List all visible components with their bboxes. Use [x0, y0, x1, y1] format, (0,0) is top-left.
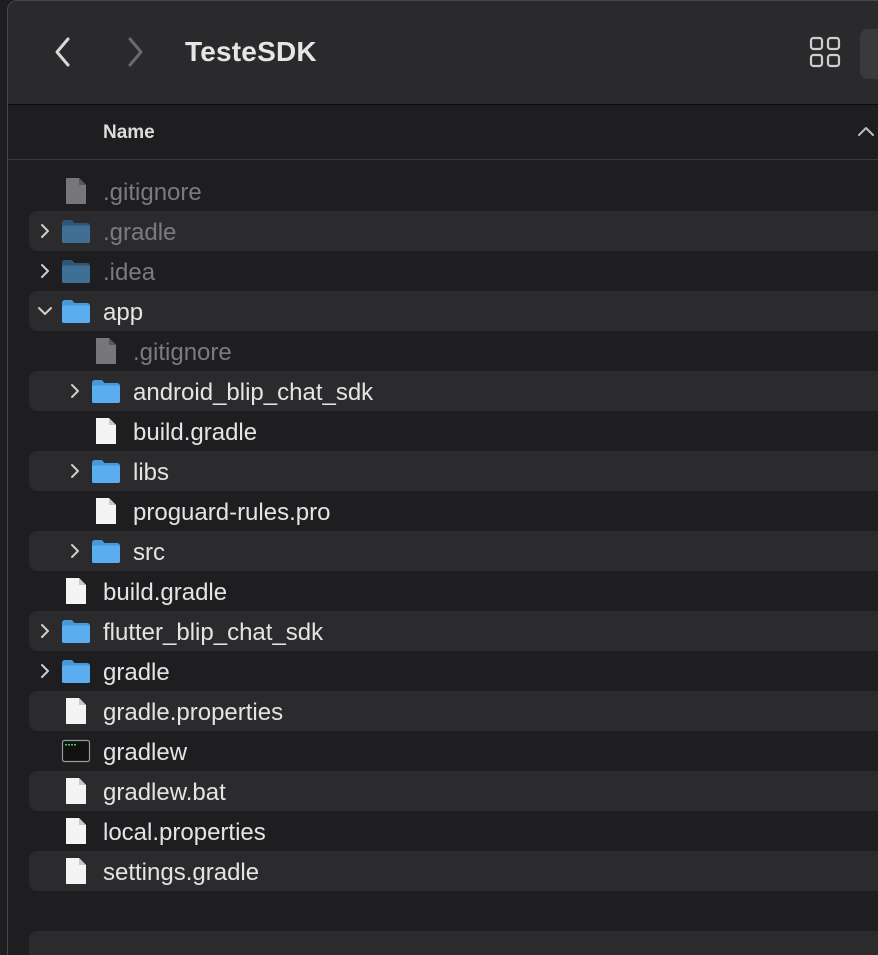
column-header[interactable]: Name [8, 105, 878, 160]
folder-icon [61, 657, 91, 685]
file-name: android_blip_chat_sdk [133, 379, 374, 406]
file-row[interactable]: flutter_blip_chat_sdk [29, 611, 878, 651]
document-icon [91, 497, 121, 525]
file-name: build.gradle [133, 419, 258, 446]
file-name: local.properties [103, 819, 266, 846]
view-mode-button[interactable] [806, 33, 844, 71]
file-row[interactable]: build.gradle [29, 411, 878, 451]
forward-button[interactable] [120, 35, 150, 69]
folder-icon [61, 617, 91, 645]
document-icon [91, 417, 121, 445]
toolbar: TesteSDK [8, 1, 878, 105]
file-row[interactable]: gradlew [29, 731, 878, 771]
file-name: build.gradle [103, 579, 228, 606]
finder-window: TesteSDK Name .gitignore .gradle .idea app.… [7, 0, 878, 955]
file-gray-icon [61, 177, 91, 205]
file-row[interactable]: build.gradle [29, 571, 878, 611]
document-icon [61, 777, 91, 805]
file-name: libs [133, 459, 170, 486]
file-name: flutter_blip_chat_sdk [103, 619, 324, 646]
file-row[interactable]: gradle.properties [29, 691, 878, 731]
grid-view-icon [809, 36, 841, 68]
chevron-right-icon[interactable] [35, 661, 55, 681]
chevron-up-icon[interactable] [857, 125, 875, 137]
file-name: .gradle [103, 219, 177, 246]
file-name: .gitignore [133, 339, 232, 366]
file-row[interactable]: gradle [29, 651, 878, 691]
folder-icon [91, 377, 121, 405]
file-row[interactable]: local.properties [29, 811, 878, 851]
file-name: .idea [103, 259, 156, 286]
folder-icon [61, 217, 91, 245]
file-name: proguard-rules.pro [133, 499, 331, 526]
chevron-right-icon [128, 37, 143, 67]
file-row[interactable]: src [29, 531, 878, 571]
file-row[interactable]: proguard-rules.pro [29, 491, 878, 531]
file-row[interactable]: .gitignore [29, 171, 878, 211]
file-row[interactable]: .idea [29, 251, 878, 291]
chevron-right-icon[interactable] [65, 541, 85, 561]
file-row[interactable]: app [29, 291, 878, 331]
file-gray-icon [91, 337, 121, 365]
file-name: settings.gradle [103, 859, 260, 886]
chevron-right-icon[interactable] [35, 221, 55, 241]
empty-row [29, 931, 878, 955]
folder-icon [61, 297, 91, 325]
name-column-label: Name [103, 122, 155, 143]
file-name: gradlew.bat [103, 779, 226, 806]
file-name: app [103, 299, 144, 326]
file-name: gradle.properties [103, 699, 284, 726]
window-title: TesteSDK [185, 36, 317, 67]
file-name: src [133, 539, 165, 566]
back-button[interactable] [48, 35, 78, 69]
terminal-exec-icon [61, 737, 91, 765]
document-icon [61, 577, 91, 605]
file-row[interactable]: .gitignore [29, 331, 878, 371]
chevron-right-icon[interactable] [35, 261, 55, 281]
file-row[interactable]: libs [29, 451, 878, 491]
chevron-left-icon [55, 37, 70, 67]
file-row[interactable]: android_blip_chat_sdk [29, 371, 878, 411]
chevron-right-icon[interactable] [65, 381, 85, 401]
chevron-down-icon[interactable] [35, 301, 55, 321]
file-row[interactable]: gradlew.bat [29, 771, 878, 811]
chevron-right-icon[interactable] [65, 461, 85, 481]
file-name: gradlew [103, 739, 188, 766]
document-icon [61, 817, 91, 845]
file-name: .gitignore [103, 179, 202, 206]
toolbar-control-edge[interactable] [860, 29, 878, 79]
folder-icon [91, 537, 121, 565]
file-row[interactable]: settings.gradle [29, 851, 878, 891]
file-name: gradle [103, 659, 170, 686]
document-icon [61, 857, 91, 885]
chevron-right-icon[interactable] [35, 621, 55, 641]
document-icon [61, 697, 91, 725]
folder-icon [61, 257, 91, 285]
file-row[interactable]: .gradle [29, 211, 878, 251]
folder-icon [91, 457, 121, 485]
